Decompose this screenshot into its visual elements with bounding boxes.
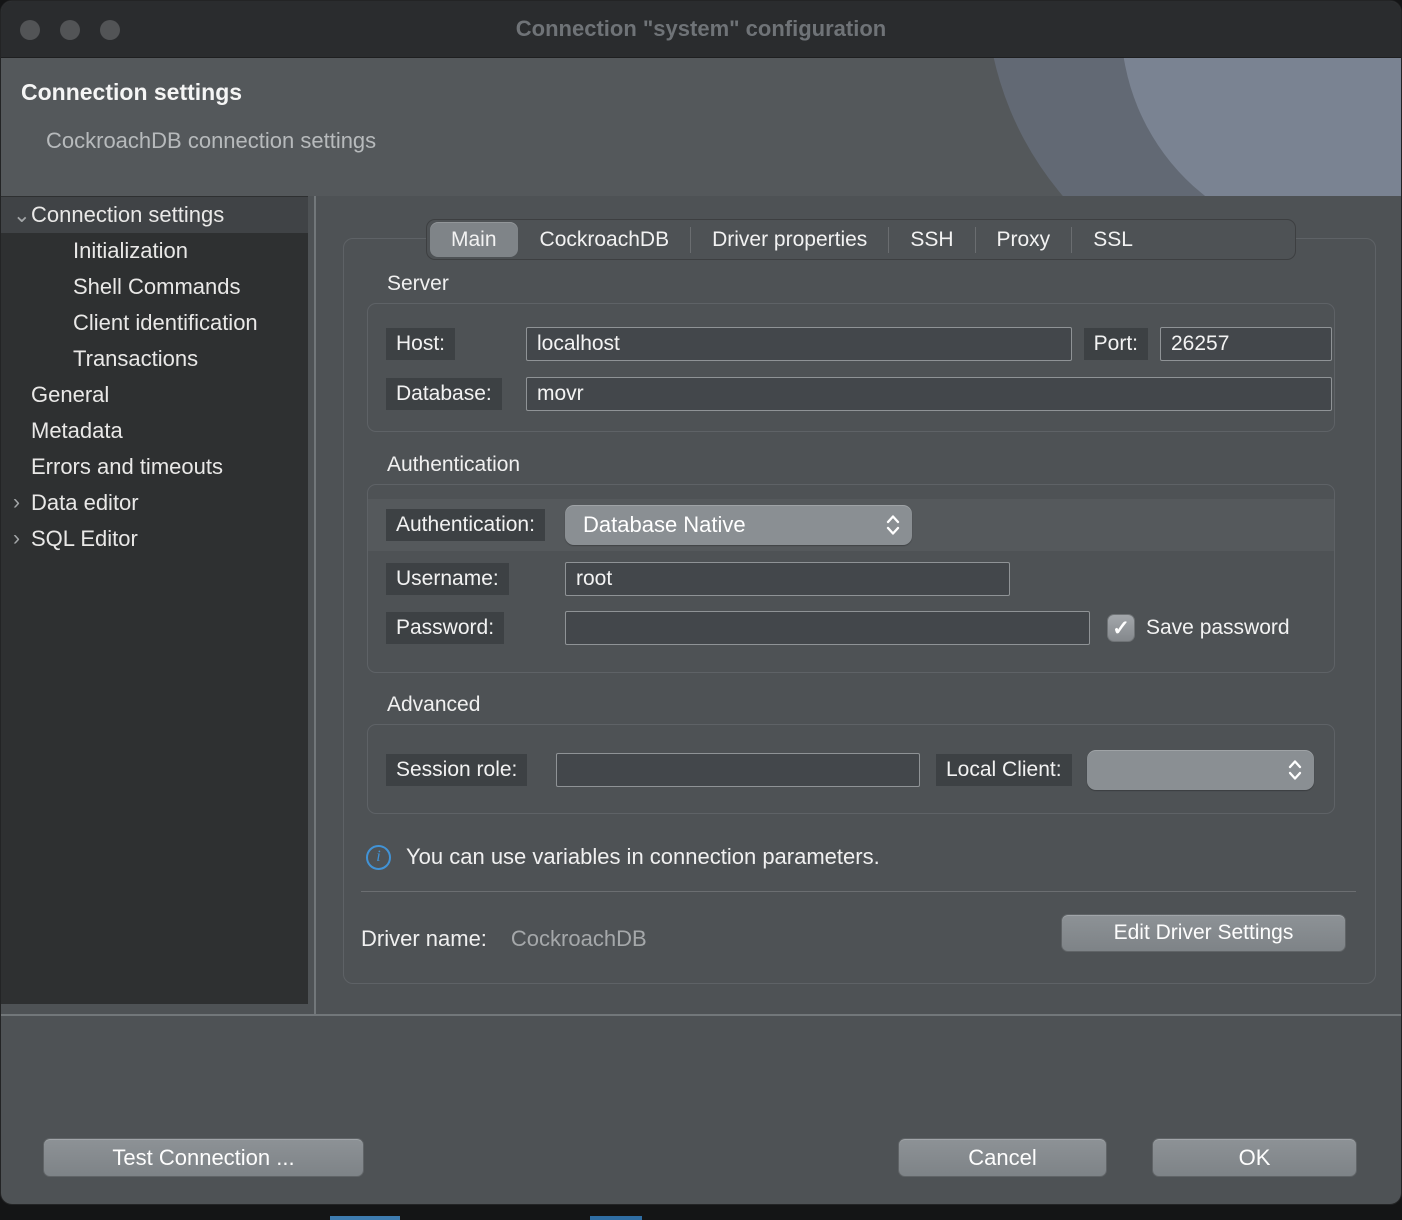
ok-button[interactable]: OK [1152,1138,1357,1177]
sidebar-item-shell-commands[interactable]: Shell Commands [1,269,308,305]
tab-proxy[interactable]: Proxy [975,227,1072,253]
advanced-section-label: Advanced [387,693,480,717]
sidebar-item-label: Shell Commands [73,274,241,300]
info-text: You can use variables in connection para… [406,844,880,870]
background-window-sliver [590,1216,642,1220]
page-subtitle: CockroachDB connection settings [46,128,376,154]
authentication-group: Authentication: Database Native Username… [367,484,1335,673]
database-input[interactable] [526,377,1332,411]
save-password-checkbox[interactable]: ✓ [1107,614,1135,642]
info-icon: i [366,845,391,870]
tab-ssh[interactable]: SSH [888,227,974,253]
settings-tree: ⌄ Connection settings Initialization She… [1,196,308,1004]
sidebar-item-transactions[interactable]: Transactions [1,341,308,377]
connection-configuration-dialog: Connection "system" configuration Connec… [0,0,1402,1205]
authentication-dropdown-value: Database Native [583,512,746,538]
chevron-right-icon: › [1,491,31,515]
sidebar-item-metadata[interactable]: Metadata [1,413,308,449]
port-label: Port: [1084,328,1148,360]
window-title: Connection "system" configuration [516,16,886,42]
password-label: Password: [386,612,504,644]
save-password-label: Save password [1146,616,1290,640]
tab-driver-properties[interactable]: Driver properties [690,227,888,253]
sidebar-item-label: General [31,382,109,408]
authentication-section-label: Authentication [387,453,520,477]
tab-ssl[interactable]: SSL [1071,227,1154,253]
sidebar-item-sql-editor[interactable]: › SQL Editor [1,521,308,557]
check-icon: ✓ [1112,616,1130,641]
database-label: Database: [386,378,502,410]
session-role-label: Session role: [386,754,527,786]
updown-chevrons-icon [885,513,901,537]
sidebar-item-connection-settings[interactable]: ⌄ Connection settings [1,197,308,233]
sidebar-item-label: SQL Editor [31,526,138,552]
port-input[interactable] [1160,327,1332,361]
sidebar-item-label: Data editor [31,490,139,516]
info-row: i You can use variables in connection pa… [366,844,880,870]
sidebar-item-client-identification[interactable]: Client identification [1,305,308,341]
sidebar-item-label: Metadata [31,418,123,444]
tab-main[interactable]: Main [430,222,518,257]
driver-row: Driver name: CockroachDB [361,926,647,952]
close-window-button[interactable] [20,20,40,40]
sidebar-item-data-editor[interactable]: › Data editor [1,485,308,521]
driver-name-value: CockroachDB [511,926,647,952]
header-banner: Connection settings CockroachDB connecti… [1,58,1401,196]
main-panel: Main CockroachDB Driver properties SSH P… [315,196,1401,1014]
username-input[interactable] [565,562,1010,596]
sidebar-item-general[interactable]: General [1,377,308,413]
chevron-right-icon: › [1,527,31,551]
sidebar-item-label: Connection settings [31,202,224,228]
cancel-button[interactable]: Cancel [898,1138,1107,1177]
host-input[interactable] [526,327,1072,361]
zoom-window-button[interactable] [100,20,120,40]
footer-divider [1,1014,1401,1016]
session-role-input[interactable] [556,753,920,787]
tab-cockroachdb[interactable]: CockroachDB [519,227,691,253]
edit-driver-settings-button[interactable]: Edit Driver Settings [1061,914,1346,952]
local-client-dropdown[interactable] [1087,750,1314,790]
authentication-dropdown[interactable]: Database Native [565,505,912,545]
content-divider [361,891,1356,892]
local-client-label: Local Client: [936,754,1072,786]
sidebar-item-label: Errors and timeouts [31,454,223,480]
username-label: Username: [386,563,509,595]
authentication-label: Authentication: [386,509,545,541]
server-section-label: Server [387,272,449,296]
sidebar-item-label: Transactions [73,346,198,372]
sidebar-item-label: Initialization [73,238,188,264]
server-group: Host: Port: Database: [367,303,1335,432]
traffic-lights [20,20,120,40]
sidebar-item-label: Client identification [73,310,258,336]
test-connection-button[interactable]: Test Connection ... [43,1138,364,1177]
sidebar-item-initialization[interactable]: Initialization [1,233,308,269]
main-tab-content: Server Host: Port: Database: Authenticat… [343,238,1376,984]
page-title: Connection settings [21,79,242,106]
background-window-sliver [330,1216,400,1220]
driver-name-label: Driver name: [361,926,487,952]
updown-chevrons-icon [1287,758,1303,782]
info-glyph: i [376,848,380,866]
minimize-window-button[interactable] [60,20,80,40]
host-label: Host: [386,328,455,360]
advanced-group: Session role: Local Client: [367,724,1335,814]
titlebar[interactable]: Connection "system" configuration [1,1,1401,58]
tab-bar: Main CockroachDB Driver properties SSH P… [426,219,1296,260]
sidebar-item-errors-and-timeouts[interactable]: Errors and timeouts [1,449,308,485]
chevron-down-icon: ⌄ [1,203,31,228]
password-input[interactable] [565,611,1090,645]
